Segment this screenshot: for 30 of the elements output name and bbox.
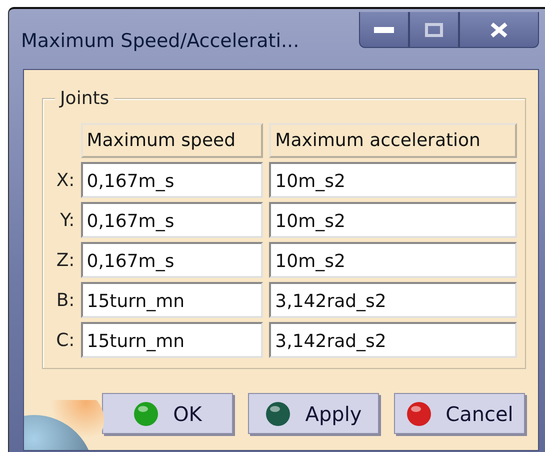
column-header: Maximum speed — [80, 123, 264, 158]
row-label: Z: — [55, 248, 75, 272]
dialog-button[interactable]: Apply — [248, 393, 379, 434]
close-button[interactable] — [459, 12, 539, 48]
speed-field[interactable]: 0,167m_s — [80, 162, 264, 198]
ball-icon — [406, 400, 432, 426]
dialog-button[interactable]: OK — [102, 393, 233, 434]
ball-icon — [133, 400, 160, 426]
ball-icon — [265, 400, 292, 426]
window-title: Maximum Speed/Accelerati... — [21, 29, 300, 54]
speed-field[interactable]: 15turn_mn — [80, 322, 264, 358]
acceleration-field[interactable]: 10m_s2 — [269, 242, 517, 278]
column-header: Maximum acceleration — [269, 123, 517, 158]
acceleration-field[interactable]: 10m_s2 — [269, 202, 517, 238]
speed-field[interactable]: 15turn_mn — [80, 282, 264, 318]
speed-field[interactable]: 0,167m_s — [80, 202, 264, 238]
row-label: B: — [55, 288, 75, 312]
row-label: Y: — [59, 208, 75, 232]
row-label: X: — [55, 168, 75, 192]
acceleration-field[interactable]: 3,142rad_s2 — [269, 282, 517, 318]
minimize-icon — [374, 26, 394, 32]
row-label: C: — [55, 328, 75, 352]
acceleration-field[interactable]: 3,142rad_s2 — [269, 322, 517, 358]
close-icon — [490, 22, 508, 38]
maximize-button[interactable] — [409, 12, 459, 48]
dialog-button[interactable]: Cancel — [394, 393, 525, 434]
acceleration-field[interactable]: 10m_s2 — [269, 162, 517, 198]
speed-field[interactable]: 0,167m_s — [80, 242, 264, 278]
maximize-icon — [425, 22, 443, 36]
minimize-button[interactable] — [359, 12, 409, 48]
